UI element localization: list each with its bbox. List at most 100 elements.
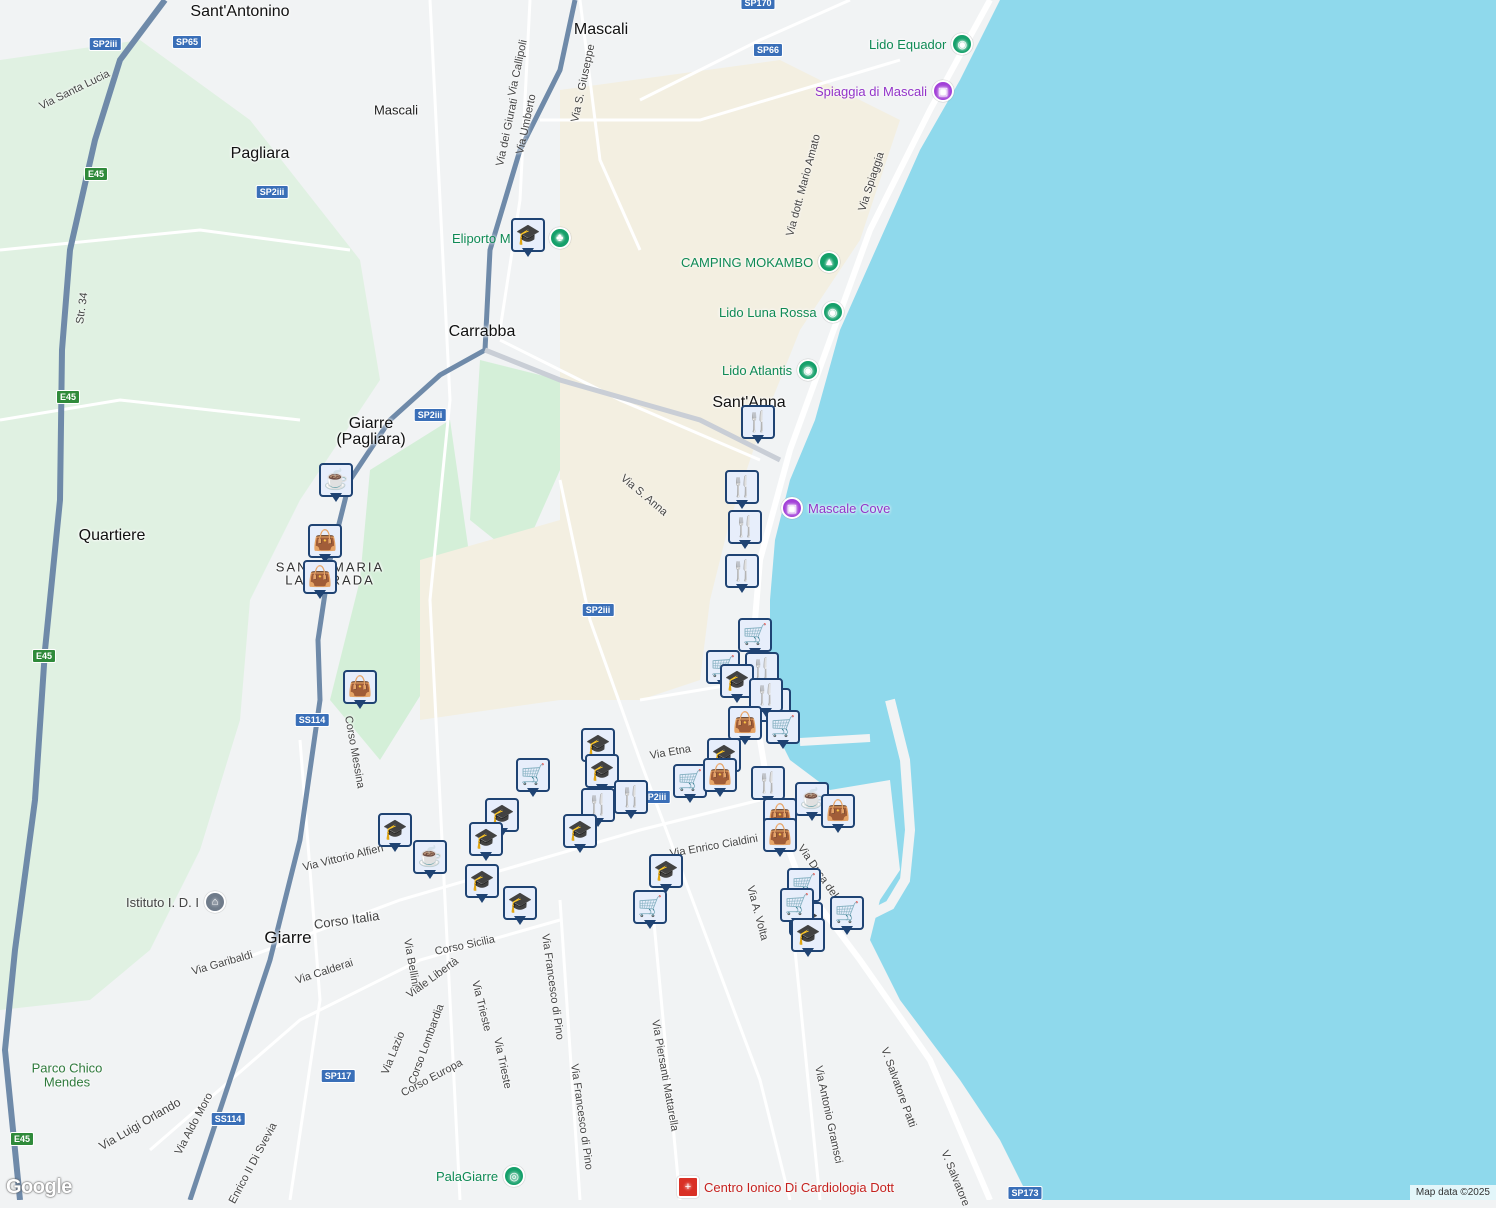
map-attribution: Map data ©2025 — [1409, 1185, 1496, 1200]
map-marker[interactable]: 👜 — [703, 758, 737, 800]
marker-pointer — [806, 812, 818, 821]
shopping-cart-icon: 🛒 — [516, 758, 550, 792]
school-icon: 🎓 — [511, 218, 545, 252]
road-shield: E45 — [9, 1132, 35, 1146]
map-marker[interactable]: 🍴 — [741, 405, 775, 447]
road-shield: SP2iii — [413, 408, 447, 422]
place-carrabba: Carrabba — [448, 323, 516, 340]
shopping-bag-icon: 👜 — [728, 706, 762, 740]
road-shield: E45 — [31, 649, 57, 663]
shopping-bag-icon: 👜 — [343, 670, 377, 704]
tent-icon: ▲ — [818, 251, 841, 273]
map-marker[interactable]: 🛒 — [633, 890, 667, 932]
map-marker[interactable]: 🍴 — [728, 510, 762, 552]
shopping-bag-icon: 👜 — [821, 794, 855, 828]
marker-pointer — [714, 788, 726, 797]
marker-pointer — [736, 584, 748, 593]
road-shield: SP170 — [740, 0, 776, 10]
marker-pointer — [644, 920, 656, 929]
marker-pointer — [389, 843, 401, 852]
map-marker[interactable]: 🎓 — [563, 814, 597, 856]
marker-pointer — [731, 694, 743, 703]
map-marker[interactable]: 🎓 — [465, 864, 499, 906]
map-marker[interactable]: 🎓 — [511, 218, 545, 260]
place-mascali: Mascali — [573, 21, 629, 38]
restaurant-icon: 🍴 — [728, 510, 762, 544]
marker-pointer — [330, 493, 342, 502]
poi-istituto-idi[interactable]: Istituto I. D. I ⌂ — [126, 891, 226, 913]
place-parco-chico: Parco Chico — [31, 1060, 103, 1076]
map-marker[interactable]: 🎓 — [378, 813, 412, 855]
map-marker[interactable]: 🍴 — [725, 470, 759, 512]
camera-icon: ▣ — [932, 80, 955, 102]
map-marker[interactable]: 👜 — [343, 670, 377, 712]
marker-pointer — [514, 916, 526, 925]
marker-pointer — [739, 540, 751, 549]
restaurant-icon: 🍴 — [741, 405, 775, 439]
shopping-cart-icon: 🛒 — [673, 764, 707, 798]
poi-mascale-cove[interactable]: ▣ Mascale Cove — [781, 497, 890, 519]
marker-pointer — [480, 852, 492, 861]
school-icon: 🎓 — [465, 864, 499, 898]
map-marker[interactable]: 🍴 — [725, 554, 759, 596]
beach-icon: ◉ — [797, 359, 820, 381]
map-marker[interactable]: 🎓 — [649, 854, 683, 896]
road-shield: E45 — [83, 167, 109, 181]
stadium-icon: ◎ — [503, 1165, 526, 1187]
shopping-cart-icon: 🛒 — [780, 888, 814, 922]
google-logo: Google — [6, 1176, 72, 1198]
map-marker[interactable]: 🛒 — [673, 764, 707, 806]
poi-lido-equador[interactable]: Lido Equador ◉ — [869, 33, 974, 55]
shopping-cart-icon: 🛒 — [766, 710, 800, 744]
place-pagliara: Pagliara — [230, 145, 290, 162]
map-marker[interactable]: ☕ — [413, 840, 447, 882]
beach-icon: ◉ — [951, 33, 974, 55]
marker-pointer — [841, 926, 853, 935]
road-shield: SP65 — [171, 35, 203, 49]
place-mascali-station: Mascali — [373, 102, 419, 118]
map-marker[interactable]: 🍴 — [614, 780, 648, 822]
marker-pointer — [660, 884, 672, 893]
road-shield: SP117 — [320, 1069, 356, 1083]
shopping-bag-icon: 👜 — [303, 560, 337, 594]
map-marker[interactable]: ☕ — [319, 463, 353, 505]
restaurant-icon: 🍴 — [725, 470, 759, 504]
shopping-bag-icon: 👜 — [308, 524, 342, 558]
map-marker[interactable]: 🎓 — [791, 918, 825, 960]
coffee-icon: ☕ — [319, 463, 353, 497]
poi-camping-mokambo[interactable]: CAMPING MOKAMBO ▲ — [681, 251, 841, 273]
school-icon: 🎓 — [649, 854, 683, 888]
marker-pointer — [777, 740, 789, 749]
poi-lido-atlantis[interactable]: Lido Atlantis ◉ — [722, 359, 820, 381]
place-parco-chico-sub: Mendes — [43, 1074, 91, 1090]
map-marker[interactable]: 🎓 — [469, 822, 503, 864]
map-marker[interactable]: 👜 — [821, 794, 855, 836]
marker-pointer — [752, 435, 764, 444]
poi-palagiarre[interactable]: PalaGiarre ◎ — [436, 1165, 526, 1187]
poi-centro-ionico[interactable]: + Centro Ionico Di Cardiologia Dott — [677, 1176, 894, 1198]
map-marker[interactable]: 👜 — [303, 560, 337, 602]
map-canvas[interactable]: Sant'Antonino Mascali Pagliara Carrabba … — [0, 0, 1496, 1208]
marker-pointer — [684, 794, 696, 803]
marker-pointer — [476, 894, 488, 903]
tree-icon: ♣ — [548, 227, 571, 249]
map-marker[interactable]: 🛒 — [830, 896, 864, 938]
school-icon: ⌂ — [203, 891, 226, 913]
school-icon: 🎓 — [469, 822, 503, 856]
road-shield: SS114 — [294, 713, 330, 727]
restaurant-icon: 🍴 — [614, 780, 648, 814]
marker-pointer — [522, 248, 534, 257]
road-shield: SP66 — [752, 43, 784, 57]
coffee-icon: ☕ — [413, 840, 447, 874]
map-marker[interactable]: 👜 — [763, 818, 797, 860]
map-marker[interactable]: 🛒 — [766, 710, 800, 752]
marker-pointer — [527, 788, 539, 797]
marker-pointer — [774, 848, 786, 857]
marker-pointer — [354, 700, 366, 709]
map-marker[interactable]: 🎓 — [503, 886, 537, 928]
poi-lido-luna-rossa[interactable]: Lido Luna Rossa ◉ — [719, 301, 844, 323]
camera-icon: ▣ — [781, 497, 803, 519]
restaurant-icon: 🍴 — [751, 766, 785, 800]
map-marker[interactable]: 🛒 — [516, 758, 550, 800]
poi-spiaggia-di-mascali[interactable]: Spiaggia di Mascali ▣ — [815, 80, 955, 102]
